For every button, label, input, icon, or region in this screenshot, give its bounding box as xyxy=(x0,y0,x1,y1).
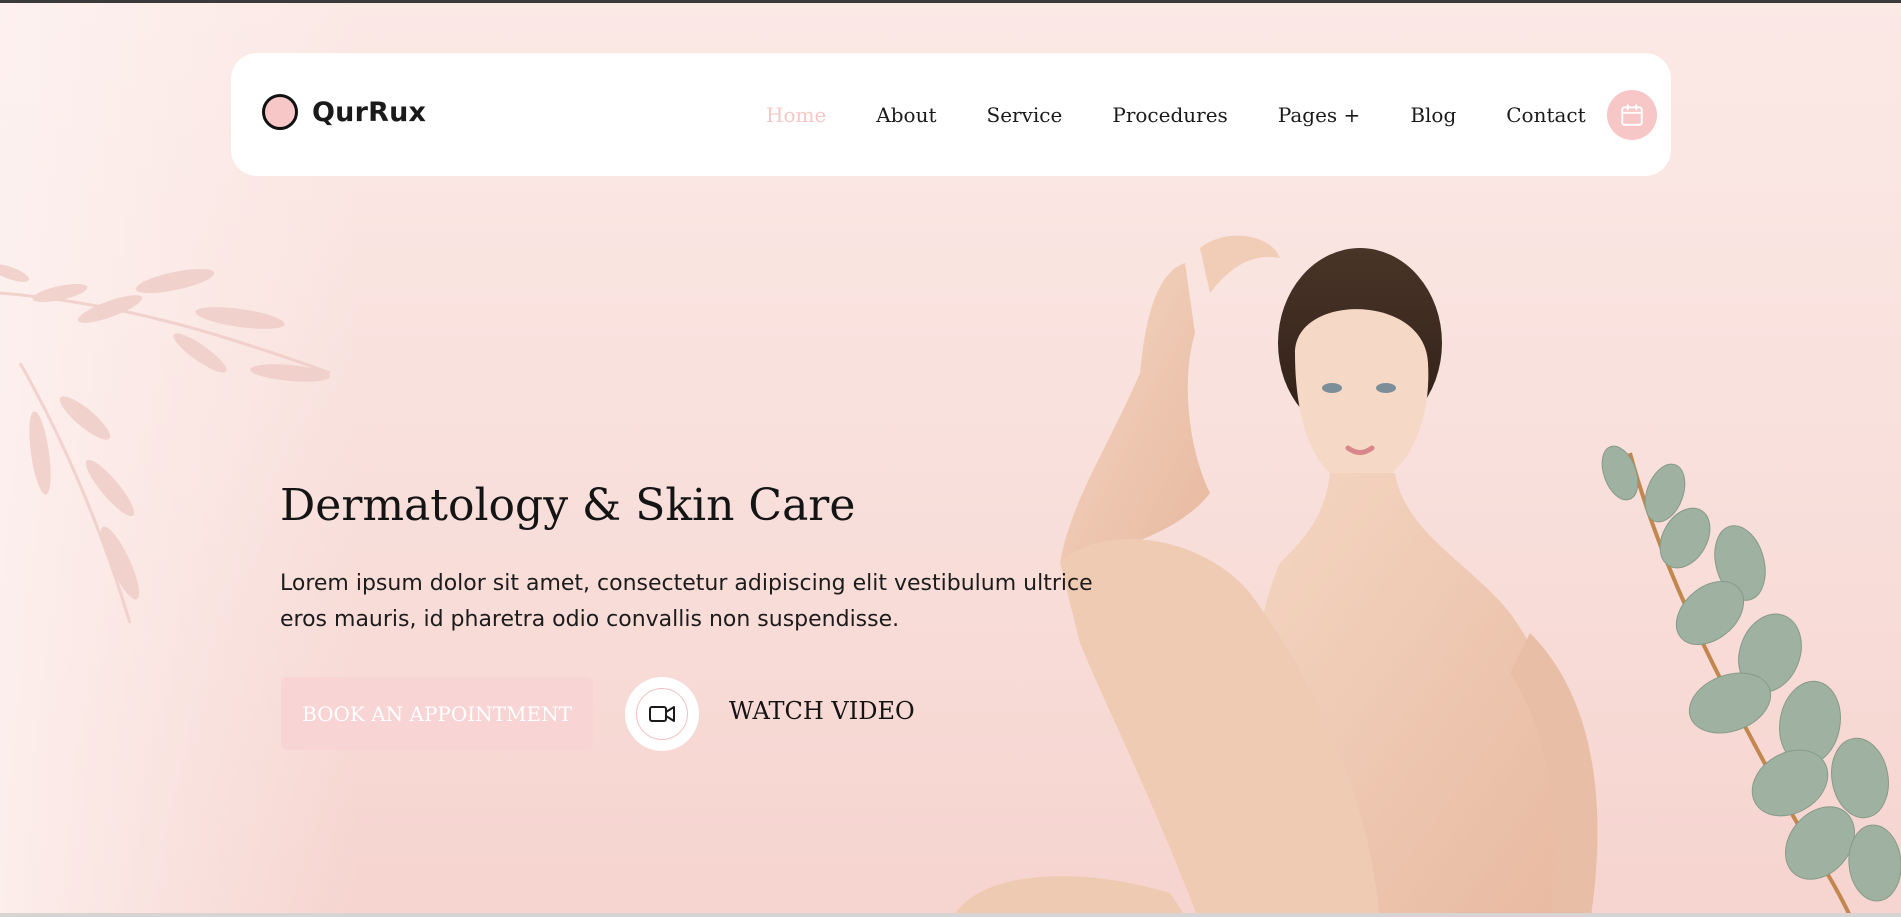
calendar-icon xyxy=(1620,103,1643,126)
watch-video-label[interactable]: WATCH VIDEO xyxy=(729,697,915,725)
brand-logo[interactable]: QurRux xyxy=(262,94,426,130)
nav-link-pages[interactable]: Pages + xyxy=(1278,103,1361,127)
book-appointment-button[interactable]: BOOK AN APPOINTMENT xyxy=(281,677,593,750)
nav-link-service[interactable]: Service xyxy=(987,103,1063,127)
decorative-eucalyptus-branch xyxy=(1601,445,1901,913)
nav-link-blog[interactable]: Blog xyxy=(1410,103,1456,127)
nav-link-home[interactable]: Home xyxy=(766,103,826,127)
video-button-ring xyxy=(636,688,688,740)
appointment-calendar-button[interactable] xyxy=(1606,89,1657,140)
top-navbar: QurRux Home About Service Procedures Pag… xyxy=(231,53,1671,176)
nav-link-about[interactable]: About xyxy=(876,103,936,127)
window-bottom-border xyxy=(0,913,1901,917)
hero-description: Lorem ipsum dolor sit amet, consectetur … xyxy=(280,571,1093,632)
video-camera-icon xyxy=(649,706,675,722)
nav-link-contact[interactable]: Contact xyxy=(1506,103,1585,127)
hero-title: Dermatology & Skin Care xyxy=(280,480,856,531)
watch-video-button[interactable] xyxy=(625,677,699,751)
logo-circle-icon xyxy=(262,94,298,130)
nav-link-procedures[interactable]: Procedures xyxy=(1112,103,1227,127)
main-nav: Home About Service Procedures Pages + Bl… xyxy=(766,53,1657,176)
brand-name: QurRux xyxy=(312,96,427,128)
